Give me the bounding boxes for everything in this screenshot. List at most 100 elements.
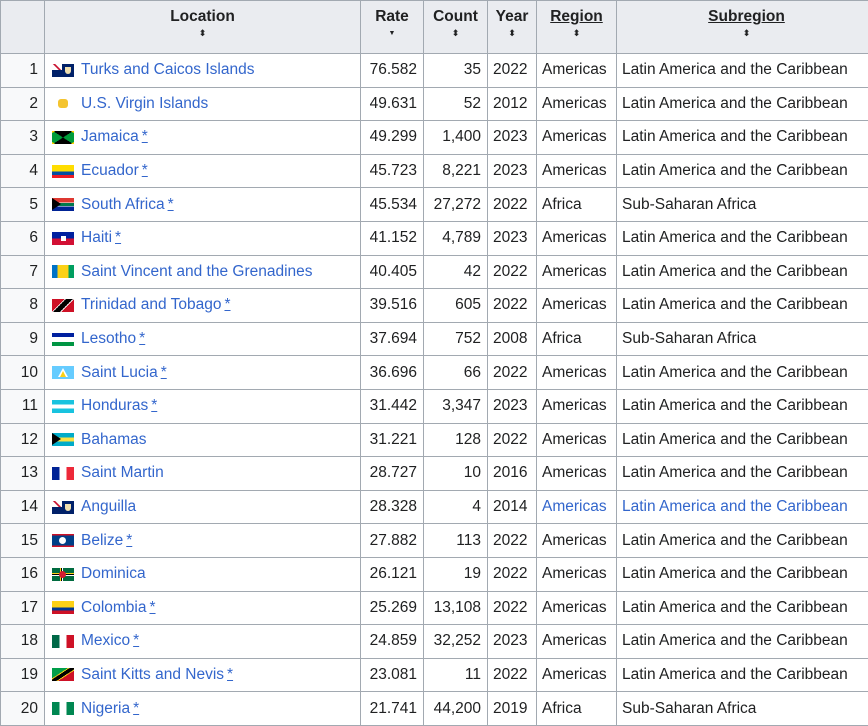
row-number: 10 bbox=[1, 356, 45, 390]
table-row: 6Haiti*41.1524,7892023AmericasLatin Amer… bbox=[1, 221, 868, 255]
count-cell: 128 bbox=[424, 423, 488, 457]
year-cell: 2022 bbox=[488, 356, 537, 390]
location-link[interactable]: Anguilla bbox=[81, 491, 136, 523]
location-cell: Dominica bbox=[45, 557, 361, 591]
lesotho-flag-icon bbox=[52, 333, 74, 346]
row-number: 15 bbox=[1, 524, 45, 558]
location-link[interactable]: Saint Lucia bbox=[81, 357, 158, 389]
location-link[interactable]: Mexico bbox=[81, 625, 130, 657]
subregion-header[interactable]: Subregion ⬍ bbox=[617, 1, 868, 54]
count-cell: 44,200 bbox=[424, 692, 488, 726]
location-link[interactable]: U.S. Virgin Islands bbox=[81, 88, 208, 120]
note-link[interactable]: * bbox=[168, 189, 174, 221]
location-link[interactable]: Jamaica bbox=[81, 121, 139, 153]
table-row: 16Dominica26.121192022AmericasLatin Amer… bbox=[1, 557, 868, 591]
table-row: 5South Africa*45.53427,2722022AfricaSub-… bbox=[1, 188, 868, 222]
location-link[interactable]: Nigeria bbox=[81, 693, 130, 725]
sort-icon[interactable]: ⬍ bbox=[424, 29, 487, 38]
location-link[interactable]: Saint Vincent and the Grenadines bbox=[81, 256, 313, 288]
region-cell: Americas bbox=[537, 54, 617, 88]
row-number: 6 bbox=[1, 221, 45, 255]
rate-cell: 21.741 bbox=[361, 692, 424, 726]
rate-header[interactable]: Rate▼ bbox=[361, 1, 424, 54]
subregion-cell: Latin America and the Caribbean bbox=[617, 87, 868, 121]
region-cell: Americas bbox=[537, 658, 617, 692]
sort-icon[interactable]: ⬍ bbox=[45, 29, 360, 38]
sort-icon[interactable]: ⬍ bbox=[537, 29, 616, 38]
location-link[interactable]: Lesotho bbox=[81, 323, 136, 355]
location-link[interactable]: Saint Martin bbox=[81, 457, 164, 489]
sort-desc-icon[interactable]: ▼ bbox=[361, 29, 423, 38]
subregion-cell: Sub-Saharan Africa bbox=[617, 692, 868, 726]
location-link[interactable]: Dominica bbox=[81, 558, 146, 590]
region-header[interactable]: Region ⬍ bbox=[537, 1, 617, 54]
location-link[interactable]: South Africa bbox=[81, 189, 165, 221]
region-cell[interactable]: Americas bbox=[537, 490, 617, 524]
location-link[interactable]: Honduras bbox=[81, 390, 148, 422]
table-row: 10Saint Lucia*36.696662022AmericasLatin … bbox=[1, 356, 868, 390]
table-row: 20Nigeria*21.74144,2002019AfricaSub-Saha… bbox=[1, 692, 868, 726]
count-cell: 3,347 bbox=[424, 389, 488, 423]
row-number: 12 bbox=[1, 423, 45, 457]
note-link[interactable]: * bbox=[227, 659, 233, 691]
mexico-flag-icon bbox=[52, 635, 74, 648]
table-row: 19Saint Kitts and Nevis*23.081112022Amer… bbox=[1, 658, 868, 692]
note-link[interactable]: * bbox=[224, 289, 230, 321]
note-link[interactable]: * bbox=[151, 390, 157, 422]
count-cell: 10 bbox=[424, 457, 488, 491]
subregion-header-label[interactable]: Subregion bbox=[708, 8, 785, 25]
count-cell: 19 bbox=[424, 557, 488, 591]
region-cell: Africa bbox=[537, 188, 617, 222]
table-row: 9Lesotho*37.6947522008AfricaSub-Saharan … bbox=[1, 322, 868, 356]
location-cell: Bahamas bbox=[45, 423, 361, 457]
year-cell: 2022 bbox=[488, 54, 537, 88]
location-link[interactable]: Saint Kitts and Nevis bbox=[81, 659, 224, 691]
location-link[interactable]: Colombia bbox=[81, 592, 146, 624]
location-link[interactable]: Bahamas bbox=[81, 424, 146, 456]
note-link[interactable]: * bbox=[133, 625, 139, 657]
rate-cell: 31.221 bbox=[361, 423, 424, 457]
row-number: 17 bbox=[1, 591, 45, 625]
note-link[interactable]: * bbox=[149, 592, 155, 624]
note-link[interactable]: * bbox=[115, 222, 121, 254]
count-header[interactable]: Count⬍ bbox=[424, 1, 488, 54]
location-link[interactable]: Belize bbox=[81, 525, 123, 557]
location-link[interactable]: Ecuador bbox=[81, 155, 139, 187]
region-header-label[interactable]: Region bbox=[550, 8, 603, 25]
location-cell: Saint Martin bbox=[45, 457, 361, 491]
sort-icon[interactable]: ⬍ bbox=[617, 29, 868, 38]
note-link[interactable]: * bbox=[126, 525, 132, 557]
location-cell: Honduras* bbox=[45, 389, 361, 423]
note-link[interactable]: * bbox=[142, 155, 148, 187]
region-cell: Americas bbox=[537, 625, 617, 659]
subregion-cell: Latin America and the Caribbean bbox=[617, 591, 868, 625]
sort-icon[interactable]: ⬍ bbox=[488, 29, 536, 38]
table-row: 4Ecuador*45.7238,2212023AmericasLatin Am… bbox=[1, 154, 868, 188]
year-cell: 2023 bbox=[488, 154, 537, 188]
location-cell: Trinidad and Tobago* bbox=[45, 289, 361, 323]
location-link[interactable]: Turks and Caicos Islands bbox=[81, 54, 254, 86]
location-header[interactable]: Location⬍ bbox=[45, 1, 361, 54]
note-link[interactable]: * bbox=[133, 693, 139, 725]
region-cell: Americas bbox=[537, 591, 617, 625]
year-cell: 2022 bbox=[488, 423, 537, 457]
location-cell: Jamaica* bbox=[45, 121, 361, 155]
note-link[interactable]: * bbox=[161, 357, 167, 389]
count-cell: 4 bbox=[424, 490, 488, 524]
region-cell: Americas bbox=[537, 255, 617, 289]
subregion-cell: Latin America and the Caribbean bbox=[617, 121, 868, 155]
data-table: Location⬍ Rate▼ Count⬍ Year ⬍ Region ⬍ Sub… bbox=[0, 0, 868, 726]
subregion-cell: Latin America and the Caribbean bbox=[617, 255, 868, 289]
note-link[interactable]: * bbox=[139, 323, 145, 355]
year-cell: 2022 bbox=[488, 557, 537, 591]
year-header-label: Year bbox=[496, 8, 529, 25]
subregion-cell[interactable]: Latin America and the Caribbean bbox=[617, 490, 868, 524]
jamaica-flag-icon bbox=[52, 131, 74, 144]
location-cell: Saint Kitts and Nevis* bbox=[45, 658, 361, 692]
note-link[interactable]: * bbox=[142, 121, 148, 153]
year-header[interactable]: Year ⬍ bbox=[488, 1, 537, 54]
location-link[interactable]: Trinidad and Tobago bbox=[81, 289, 221, 321]
bahamas-flag-icon bbox=[52, 433, 74, 446]
count-cell: 35 bbox=[424, 54, 488, 88]
location-link[interactable]: Haiti bbox=[81, 222, 112, 254]
